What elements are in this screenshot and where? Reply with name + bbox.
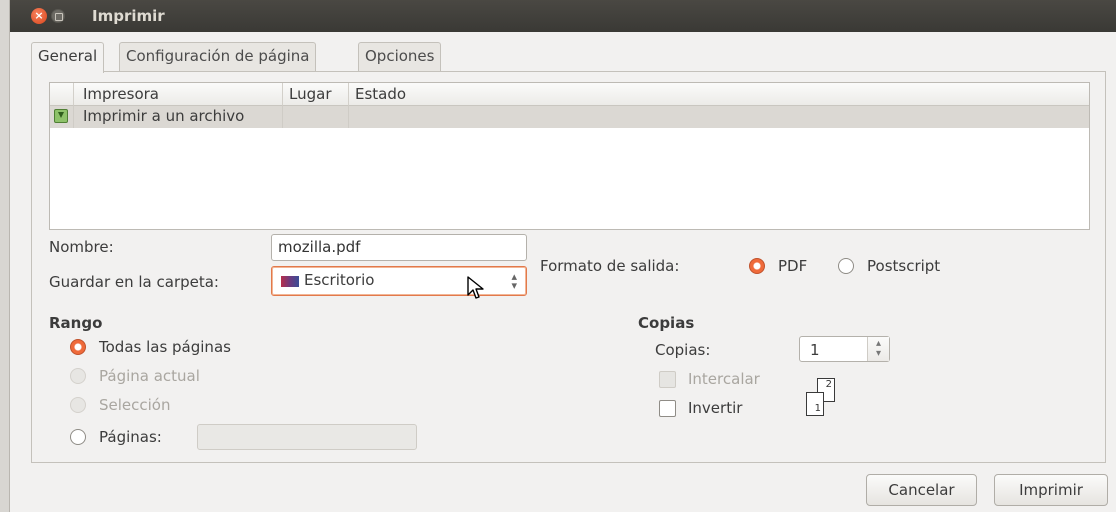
pages-input[interactable] <box>197 424 417 450</box>
all-pages-label[interactable]: Todas las páginas <box>99 338 231 356</box>
printer-name: Imprimir a un archivo <box>74 106 283 128</box>
preview-page-front: 1 <box>806 392 824 416</box>
copies-count-value: 1 <box>810 341 820 359</box>
pages-radio[interactable] <box>70 429 86 445</box>
folder-select[interactable]: Escritorio ▴ ▾ <box>271 266 527 296</box>
all-pages-radio[interactable] <box>70 339 86 355</box>
print-button[interactable]: Imprimir <box>994 474 1108 506</box>
printer-row[interactable]: Imprimir a un archivo <box>50 106 1089 128</box>
current-page-radio <box>70 368 86 384</box>
printer-location <box>283 106 349 128</box>
range-heading: Rango <box>49 314 103 332</box>
pdf-radio[interactable] <box>749 258 765 274</box>
copies-count-label: Copias: <box>655 341 711 359</box>
folder-select-value: Escritorio <box>304 271 375 289</box>
column-header-status[interactable]: Estado <box>349 83 1089 106</box>
printer-status <box>349 106 1089 128</box>
pdf-label[interactable]: PDF <box>778 257 807 275</box>
postscript-label[interactable]: Postscript <box>867 257 940 275</box>
column-header-icon <box>50 83 74 106</box>
tab-general[interactable]: General <box>31 42 105 73</box>
output-format-label: Formato de salida: <box>540 257 680 275</box>
selection-label: Selección <box>99 396 171 414</box>
selection-radio <box>70 397 86 413</box>
collate-checkbox <box>659 371 676 388</box>
collate-preview-icon: 2 1 <box>804 376 850 420</box>
minimize-icon[interactable] <box>51 9 65 23</box>
pages-label[interactable]: Páginas: <box>99 428 162 446</box>
window-title: Imprimir <box>92 7 165 25</box>
select-arrows-icon: ▴ ▾ <box>511 270 517 292</box>
printer-row-icon-cell <box>50 106 74 128</box>
collate-label: Intercalar <box>688 370 760 388</box>
print-to-file-icon <box>54 109 68 123</box>
title-bar: × Imprimir <box>10 0 1116 32</box>
cancel-button[interactable]: Cancelar <box>866 474 977 506</box>
tab-page-setup[interactable]: Configuración de página <box>119 42 317 71</box>
column-header-printer[interactable]: Impresora <box>74 83 283 106</box>
printer-list[interactable]: Impresora Lugar Estado Imprimir a un arc… <box>49 82 1090 230</box>
postscript-radio[interactable] <box>838 258 854 274</box>
background-window-edge <box>0 0 10 512</box>
close-icon[interactable]: × <box>31 8 47 24</box>
mouse-cursor-icon <box>467 276 484 299</box>
stepper-arrows-icon[interactable]: ▴ ▾ <box>867 337 889 361</box>
desktop-folder-icon <box>281 276 299 287</box>
copies-stepper[interactable]: 1 ▴ ▾ <box>799 336 890 362</box>
filename-input[interactable]: mozilla.pdf <box>271 234 527 261</box>
reverse-label[interactable]: Invertir <box>688 399 742 417</box>
column-header-location[interactable]: Lugar <box>283 83 349 106</box>
tab-options[interactable]: Opciones <box>358 42 442 71</box>
current-page-label: Página actual <box>99 367 200 385</box>
copies-heading: Copias <box>638 314 695 332</box>
name-label: Nombre: <box>49 238 114 256</box>
reverse-checkbox[interactable] <box>659 400 676 417</box>
folder-label: Guardar en la carpeta: <box>49 273 219 291</box>
